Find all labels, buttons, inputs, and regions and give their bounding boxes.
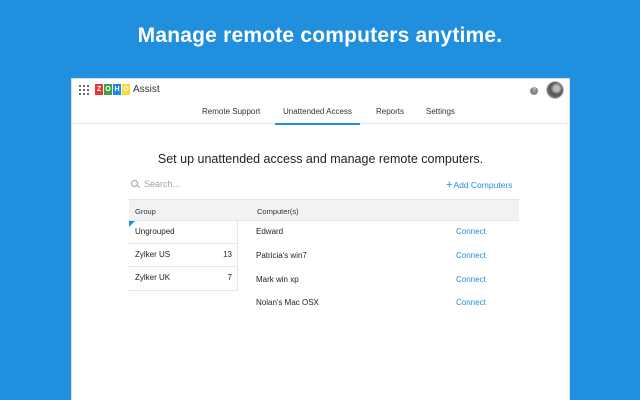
search-placeholder: Search... [144, 179, 181, 189]
group-count: 7 [227, 273, 232, 282]
question-icon[interactable]: ? [530, 87, 538, 95]
avatar[interactable] [546, 81, 564, 99]
group-item-zylker-us[interactable]: Zylker US 13 [129, 244, 238, 267]
group-item-ungrouped[interactable]: Ungrouped [129, 221, 238, 244]
group-name: Zylker US [135, 250, 171, 259]
group-column-header: Group [135, 207, 156, 216]
computer-row: Mark win xp Connect [256, 269, 521, 292]
computer-name: Mark win xp [256, 275, 299, 284]
page-title: Set up unattended access and manage remo… [157, 152, 484, 166]
connect-link[interactable]: Connect [456, 298, 486, 307]
computer-column-header: Computer(s) [257, 207, 299, 216]
computer-name: Edward [256, 227, 284, 236]
connect-link[interactable]: Connect [456, 275, 486, 284]
table-header: Group Computer(s) [129, 199, 519, 221]
computer-row: Edward Connect [256, 221, 521, 244]
top-bar: Z O H O Assist ? [72, 79, 569, 102]
computer-row: Patricia's win7 Connect [256, 245, 521, 268]
tab-settings[interactable]: Settings [426, 107, 455, 116]
add-computers-label: Add Computers [453, 180, 513, 190]
computer-row: Nolan's Mac OSX Connect [256, 292, 521, 315]
plus-icon: + [446, 179, 453, 191]
tab-bar: Remote Support Unattended Access Reports… [72, 102, 569, 125]
app-grid-icon[interactable] [79, 85, 89, 95]
group-item-zylker-uk[interactable]: Zylker UK 7 [129, 267, 238, 290]
computer-name: Patricia's win7 [256, 251, 307, 260]
tab-reports[interactable]: Reports [376, 107, 404, 116]
zoho-logo: Z O H O [95, 84, 131, 95]
group-list: Ungrouped Zylker US 13 Zylker UK 7 [129, 221, 238, 291]
connect-link[interactable]: Connect [456, 251, 486, 260]
logo-letter: Z [95, 84, 103, 95]
group-count: 13 [223, 250, 232, 259]
app-name: Assist [133, 84, 160, 95]
add-computers-button[interactable]: +Add Computers [446, 179, 513, 191]
tab-unattended-access[interactable]: Unattended Access [275, 107, 360, 125]
computer-name: Nolan's Mac OSX [256, 298, 319, 307]
group-name: Ungrouped [135, 227, 175, 236]
search-input[interactable]: Search... [131, 179, 180, 189]
search-icon [131, 179, 140, 189]
connect-link[interactable]: Connect [456, 227, 486, 236]
tab-remote-support[interactable]: Remote Support [202, 107, 260, 116]
group-name: Zylker UK [135, 273, 171, 282]
logo-letter: O [104, 84, 112, 95]
app-window: Z O H O Assist ? Remote Support Unattend… [71, 78, 570, 400]
headline: Manage remote computers anytime. [137, 24, 503, 47]
logo-letter: H [113, 84, 121, 95]
logo-letter: O [122, 84, 130, 95]
